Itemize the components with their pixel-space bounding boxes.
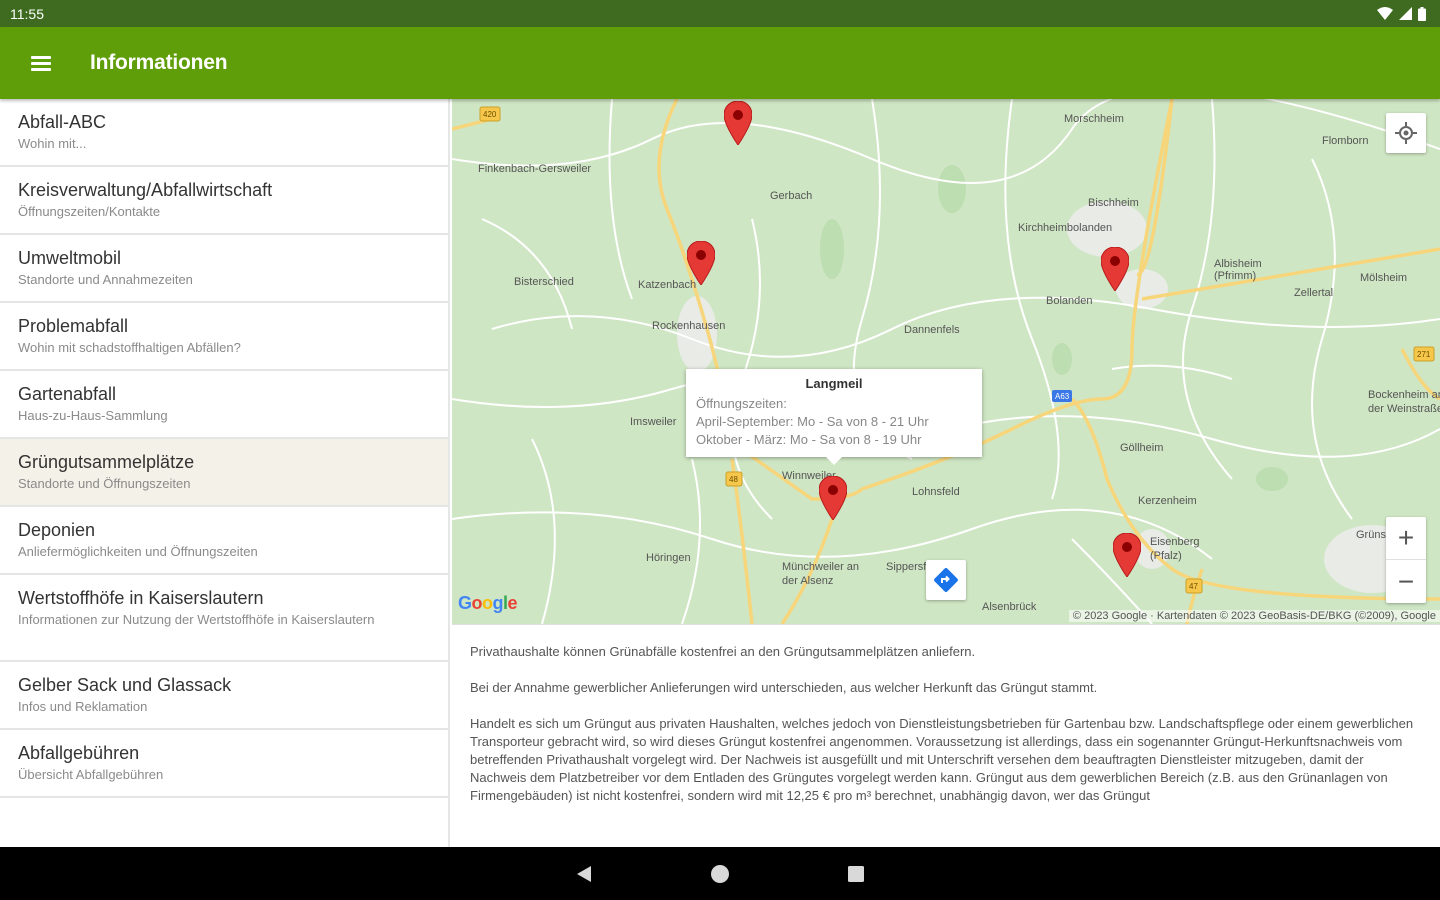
map-place: Morschheim: [1064, 113, 1124, 125]
sidebar-item-title: Gartenabfall: [18, 384, 117, 404]
map-marker-icon[interactable]: [687, 241, 715, 285]
map-place: Lohnsfeld: [912, 486, 960, 498]
sidebar-item-title: Problemabfall: [18, 316, 129, 336]
my-location-button[interactable]: [1386, 113, 1426, 153]
info-window-title: Langmeil: [805, 376, 863, 391]
status-icons: [1377, 6, 1426, 21]
sidebar-item-subtitle: Öffnungszeiten/Kontakte: [18, 204, 161, 219]
map-marker-icon[interactable]: [724, 101, 752, 145]
sidebar-item-title: Gelber Sack und Glassack: [18, 675, 232, 695]
sidebar-item-abfall-abc[interactable]: Abfall-ABC Wohin mit...: [0, 99, 448, 167]
map-place: Kerzenheim: [1138, 495, 1197, 507]
sidebar-item-kreisverwaltung[interactable]: Kreisverwaltung/Abfallwirtschaft Öffnung…: [0, 167, 448, 235]
directions-button[interactable]: [926, 560, 966, 600]
signal-icon: [1399, 7, 1412, 20]
page-title: Informationen: [90, 51, 228, 74]
sidebar-item-title: Abfall-ABC: [18, 112, 107, 132]
zoom-out-button[interactable]: −: [1386, 560, 1426, 603]
google-logo: Google: [458, 593, 518, 613]
wifi-icon: [1377, 7, 1393, 20]
map-place: Kirchheimbolanden: [1018, 222, 1113, 234]
map-marker-icon[interactable]: [819, 476, 847, 520]
sidebar-item-wertstoffhoefe[interactable]: Wertstoffhöfe in Kaiserslautern Informat…: [0, 575, 448, 662]
status-bar: 11:55: [0, 0, 1440, 27]
map-place: Imsweiler: [630, 416, 677, 428]
sidebar-item-umweltmobil[interactable]: Umweltmobil Standorte und Annahmezeiten: [0, 235, 448, 303]
info-content: Privathaushalte können Grünabfälle koste…: [452, 624, 1440, 847]
info-window-line: April-September: Mo - Sa von 8 - 21 Uhr: [696, 414, 929, 429]
back-icon[interactable]: [574, 864, 594, 884]
sidebar-item-subtitle: Infos und Reklamation: [18, 699, 148, 714]
sidebar-item-subtitle: Übersicht Abfallgebühren: [18, 767, 164, 782]
map-place: Rockenhausen: [652, 320, 726, 332]
road-label: 420: [483, 110, 497, 119]
map-marker-icon[interactable]: [1113, 533, 1141, 577]
app-bar: Informationen: [0, 27, 1440, 99]
road-label: 48: [729, 475, 738, 484]
map-place: Bisterschied: [514, 276, 574, 288]
battery-icon: [1418, 6, 1426, 21]
sidebar-item-title: Wertstoffhöfe in Kaiserslautern: [18, 588, 264, 608]
sidebar-item-subtitle: Haus-zu-Haus-Sammlung: [18, 408, 168, 423]
home-icon[interactable]: [710, 864, 730, 884]
info-window-line: Oktober - März: Mo - Sa von 8 - 19 Uhr: [696, 432, 922, 447]
content-paragraph: Handelt es sich um Grüngut aus privaten …: [470, 716, 1414, 803]
map-place: Bolanden: [1046, 295, 1093, 307]
sidebar-item-title: Deponien: [18, 520, 96, 540]
sidebar-item-subtitle: Wohin mit...: [18, 136, 87, 151]
sidebar-item-subtitle: Wohin mit schadstoffhaltigen Abfällen?: [18, 340, 241, 355]
sidebar-item-deponien[interactable]: Deponien Anliefermöglichkeiten und Öffnu…: [0, 507, 448, 575]
content-paragraph: Bei der Annahme gewerblicher Anlieferung…: [470, 680, 1098, 695]
map-place: Mölsheim: [1360, 272, 1408, 284]
sidebar-item-subtitle: Standorte und Annahmezeiten: [18, 272, 193, 287]
map-place: Finkenbach-Gersweiler: [478, 163, 592, 175]
content-paragraph: Privathaushalte können Grünabfälle koste…: [470, 644, 976, 659]
map-place: Dannenfels: [904, 324, 960, 336]
menu-button[interactable]: [0, 27, 82, 99]
zoom-controls: + −: [1386, 517, 1426, 603]
sidebar-item-title: Umweltmobil: [18, 248, 122, 268]
hamburger-icon: [31, 53, 51, 74]
map-place: Flomborn: [1322, 135, 1369, 147]
crosshair-icon: [1395, 122, 1417, 144]
sidebar-item-title: Abfallgebühren: [18, 743, 140, 763]
svg-text:A63: A63: [1055, 392, 1070, 401]
sidebar-item-gartenabfall[interactable]: Gartenabfall Haus-zu-Haus-Sammlung: [0, 371, 448, 439]
map-place: Albisheim (Pfrimm): [1214, 258, 1262, 282]
map-place: Gerbach: [770, 190, 813, 202]
sidebar-item-title: Kreisverwaltung/Abfallwirtschaft: [18, 180, 273, 200]
sidebar-item-subtitle: Informationen zur Nutzung der Wertstoffh…: [18, 612, 375, 627]
sidebar-item-subtitle: Anliefermöglichkeiten und Öffnungszeiten: [18, 544, 258, 559]
directions-icon: [934, 568, 958, 592]
sidebar: Abfall-ABC Wohin mit... Kreisverwaltung/…: [0, 99, 450, 847]
map-attribution[interactable]: © 2023 Google · Kartendaten © 2023 GeoBa…: [1068, 610, 1440, 622]
sidebar-item-problemabfall[interactable]: Problemabfall Wohin mit schadstoffhaltig…: [0, 303, 448, 371]
zoom-in-button[interactable]: +: [1386, 517, 1426, 560]
sidebar-item-gruengutsammelplaetze[interactable]: Grüngutsammelplätze Standorte und Öffnun…: [0, 439, 448, 507]
map-place: Göllheim: [1120, 442, 1164, 454]
map-roads: 420 271 48 47 A63: [452, 99, 1440, 624]
map-marker-icon[interactable]: [1101, 247, 1129, 291]
map-place: Höringen: [646, 552, 691, 564]
map-place: Bockenheim an der Weinstraße: [1368, 389, 1440, 415]
map-place: Zellertal: [1294, 287, 1334, 299]
map-info-window[interactable]: Langmeil Öffnungszeiten: April-September…: [686, 369, 982, 465]
map-place: Eisenberg (Pfalz): [1150, 536, 1200, 562]
sidebar-item-abfallgebuehren[interactable]: Abfallgebühren Übersicht Abfallgebühren: [0, 730, 448, 798]
recents-icon[interactable]: [846, 864, 866, 884]
map-place: Alsenbrück: [982, 601, 1037, 613]
sidebar-item-title: Grüngutsammelplätze: [18, 452, 195, 472]
road-label: 271: [1417, 350, 1431, 359]
road-label: 47: [1189, 582, 1198, 591]
map-place: Bischheim: [1088, 197, 1139, 209]
sidebar-item-gelber-sack[interactable]: Gelber Sack und Glassack Infos und Rekla…: [0, 662, 448, 730]
info-window-label: Öffnungszeiten:: [696, 396, 787, 411]
system-navigation-bar: [0, 847, 1440, 900]
status-time: 11:55: [10, 5, 44, 22]
map-view[interactable]: 420 271 48 47 A63 Morschheim Flomborn Fi…: [452, 99, 1440, 624]
sidebar-item-subtitle: Standorte und Öffnungszeiten: [18, 476, 191, 491]
map-place: Münchweiler an der Alsenz: [782, 561, 860, 587]
